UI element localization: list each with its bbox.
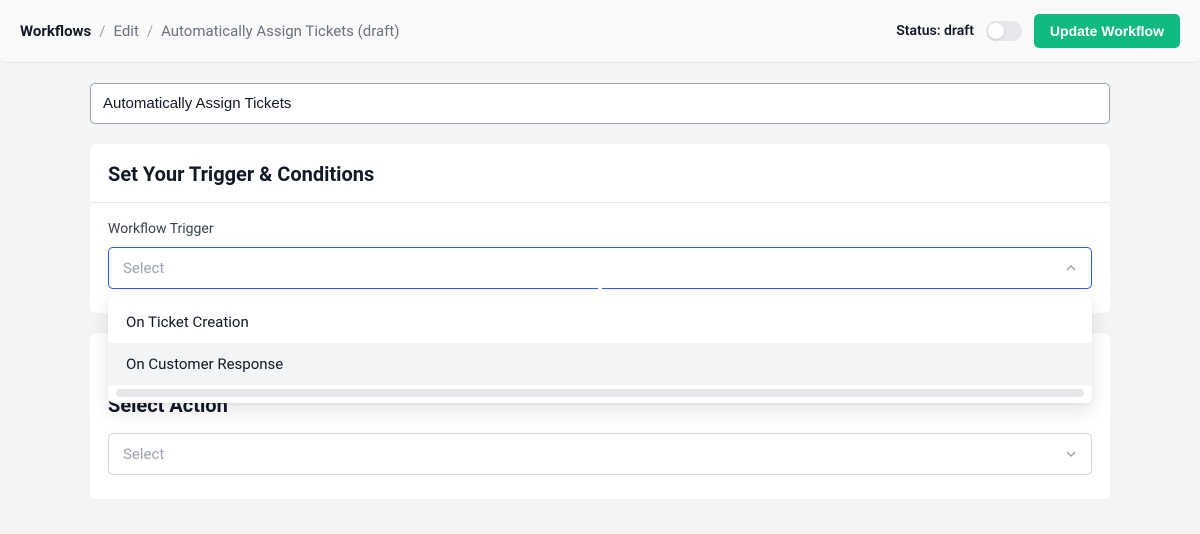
workflow-trigger-dropdown: On Ticket Creation On Customer Response <box>108 295 1092 403</box>
toggle-knob <box>988 23 1004 39</box>
workflow-name-input[interactable] <box>90 83 1110 124</box>
breadcrumb: Workflows / Edit / Automatically Assign … <box>20 22 400 40</box>
chevron-up-icon <box>1065 262 1077 274</box>
trigger-card-header: Set Your Trigger & Conditions <box>90 144 1110 203</box>
action-select[interactable]: Select <box>108 433 1092 475</box>
select-placeholder: Select <box>123 259 164 277</box>
chevron-down-icon <box>1065 448 1077 460</box>
header-actions: Status: draft Update Workflow <box>896 14 1180 48</box>
page-header: Workflows / Edit / Automatically Assign … <box>0 0 1200 63</box>
select-placeholder: Select <box>123 445 164 463</box>
trigger-card-title: Set Your Trigger & Conditions <box>108 162 1092 186</box>
update-workflow-button[interactable]: Update Workflow <box>1034 14 1180 48</box>
breadcrumb-edit[interactable]: Edit <box>113 22 138 40</box>
main-container: Set Your Trigger & Conditions Workflow T… <box>80 83 1120 499</box>
status-toggle[interactable] <box>986 21 1022 41</box>
workflow-trigger-select[interactable]: Select <box>108 247 1092 289</box>
breadcrumb-root[interactable]: Workflows <box>20 22 91 40</box>
trigger-option-ticket-creation[interactable]: On Ticket Creation <box>108 301 1092 343</box>
trigger-card-body: Workflow Trigger Select On Ticket Creati… <box>90 203 1110 289</box>
trigger-option-customer-response[interactable]: On Customer Response <box>108 343 1092 385</box>
status-label: Status: draft <box>896 23 974 39</box>
dropdown-scrollbar[interactable] <box>116 389 1084 397</box>
workflow-trigger-label: Workflow Trigger <box>108 221 1092 237</box>
breadcrumb-current: Automatically Assign Tickets (draft) <box>161 22 399 40</box>
breadcrumb-separator: / <box>99 22 105 40</box>
breadcrumb-separator: / <box>147 22 153 40</box>
trigger-card: Set Your Trigger & Conditions Workflow T… <box>90 144 1110 313</box>
